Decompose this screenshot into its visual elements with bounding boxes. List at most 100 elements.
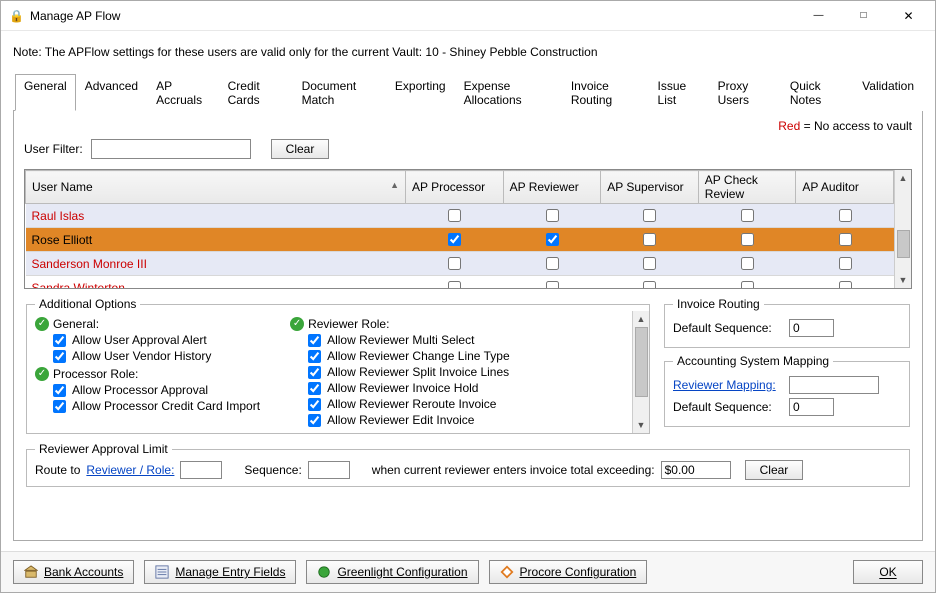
ral-reviewer-role-input[interactable] [180,461,222,479]
scroll-thumb[interactable] [897,230,910,258]
column-header[interactable]: AP Check Review [698,171,796,204]
option-checkbox[interactable] [53,334,66,347]
ok-label: OK [879,565,896,579]
procore-config-button[interactable]: Procore Configuration [489,560,648,584]
tab-general[interactable]: General [15,74,76,111]
option-row[interactable]: Allow Reviewer Split Invoice Lines [290,365,510,379]
ral-sequence-input[interactable] [308,461,350,479]
option-checkbox[interactable] [53,350,66,363]
minimize-button[interactable]: — [796,2,841,30]
column-header[interactable]: AP Reviewer [503,171,601,204]
scroll-down-icon[interactable]: ▼ [895,272,911,288]
ral-reviewer-role-link[interactable]: Reviewer / Role: [86,463,174,477]
role-checkbox[interactable] [448,257,461,270]
close-button[interactable]: ✕ [886,2,931,30]
manage-entry-fields-button[interactable]: Manage Entry Fields [144,560,296,584]
tab-strip: GeneralAdvancedAP AccrualsCredit CardsDo… [13,73,923,111]
role-checkbox[interactable] [839,257,852,270]
role-checkbox[interactable] [839,233,852,246]
option-row[interactable]: Allow User Vendor History [35,349,260,363]
tab-issue-list[interactable]: Issue List [649,74,709,111]
option-row[interactable]: Allow Reviewer Edit Invoice [290,413,510,427]
option-checkbox[interactable] [308,382,321,395]
ir-default-sequence-input[interactable] [789,319,834,337]
table-row[interactable]: Sandra Winterton [26,276,894,289]
scroll-up-icon[interactable]: ▲ [633,311,649,327]
tab-document-match[interactable]: Document Match [293,74,386,111]
window-title: Manage AP Flow [30,9,796,23]
ral-route-to-label: Route to [35,463,80,477]
am-default-sequence-input[interactable] [789,398,834,416]
role-checkbox[interactable] [643,257,656,270]
role-checkbox[interactable] [643,209,656,222]
reviewer-mapping-link[interactable]: Reviewer Mapping: [673,378,783,392]
tab-expense-allocations[interactable]: Expense Allocations [455,74,562,111]
role-cell [698,204,796,228]
tab-proxy-users[interactable]: Proxy Users [709,74,781,111]
column-header[interactable]: AP Supervisor [601,171,699,204]
role-checkbox[interactable] [546,257,559,270]
tab-validation[interactable]: Validation [853,74,923,111]
reviewer-mapping-input[interactable] [789,376,879,394]
role-checkbox[interactable] [546,233,559,246]
option-checkbox[interactable] [308,366,321,379]
role-checkbox[interactable] [741,281,754,288]
option-row[interactable]: Allow Reviewer Change Line Type [290,349,510,363]
role-cell [698,252,796,276]
option-row[interactable]: Allow Reviewer Invoice Hold [290,381,510,395]
tab-invoice-routing[interactable]: Invoice Routing [562,74,649,111]
role-checkbox[interactable] [643,281,656,288]
column-header[interactable]: AP Auditor [796,171,894,204]
maximize-button[interactable]: □ [841,2,886,30]
column-header[interactable]: AP Processor [406,171,504,204]
clear-filter-button[interactable]: Clear [271,139,330,159]
side-column: Invoice Routing Default Sequence: Accoun… [662,297,912,434]
tab-credit-cards[interactable]: Credit Cards [219,74,293,111]
role-checkbox[interactable] [546,281,559,288]
table-scrollbar[interactable]: ▲ ▼ [894,170,911,288]
scroll-up-icon[interactable]: ▲ [895,170,911,186]
bank-accounts-button[interactable]: Bank Accounts [13,560,134,584]
role-checkbox[interactable] [741,257,754,270]
footer: Bank Accounts Manage Entry Fields Greenl… [1,551,935,592]
greenlight-config-button[interactable]: Greenlight Configuration [306,560,478,584]
role-checkbox[interactable] [741,233,754,246]
role-checkbox[interactable] [448,209,461,222]
option-row[interactable]: Allow Processor Credit Card Import [35,399,260,413]
scroll-down-icon[interactable]: ▼ [633,417,649,433]
option-checkbox[interactable] [308,350,321,363]
option-row[interactable]: Allow User Approval Alert [35,333,260,347]
invoice-routing-legend: Invoice Routing [673,297,764,311]
tab-quick-notes[interactable]: Quick Notes [781,74,853,111]
option-checkbox[interactable] [308,334,321,347]
option-row[interactable]: Allow Reviewer Multi Select [290,333,510,347]
option-checkbox[interactable] [53,384,66,397]
user-filter-input[interactable] [91,139,251,159]
option-checkbox[interactable] [308,398,321,411]
table-row[interactable]: Rose Elliott [26,228,894,252]
section-reviewer-role: ✓Reviewer Role: [290,317,510,331]
option-row[interactable]: Allow Processor Approval [35,383,260,397]
tab-ap-accruals[interactable]: AP Accruals [147,74,219,111]
table-row[interactable]: Sanderson Monroe III [26,252,894,276]
tab-advanced[interactable]: Advanced [76,74,147,111]
tab-exporting[interactable]: Exporting [386,74,455,111]
scroll-thumb[interactable] [635,327,648,397]
ral-clear-button[interactable]: Clear [745,460,804,480]
role-checkbox[interactable] [741,209,754,222]
ok-button[interactable]: OK [853,560,923,584]
options-scrollbar[interactable]: ▲ ▼ [632,311,649,433]
option-checkbox[interactable] [53,400,66,413]
role-checkbox[interactable] [839,209,852,222]
role-checkbox[interactable] [448,281,461,288]
role-checkbox[interactable] [546,209,559,222]
ral-amount-input[interactable]: $0.00 [661,461,731,479]
role-cell [601,228,699,252]
option-checkbox[interactable] [308,414,321,427]
option-row[interactable]: Allow Reviewer Reroute Invoice [290,397,510,411]
role-checkbox[interactable] [643,233,656,246]
role-checkbox[interactable] [448,233,461,246]
table-row[interactable]: Raul Islas [26,204,894,228]
role-checkbox[interactable] [839,281,852,288]
column-header[interactable]: User Name▲ [26,171,406,204]
